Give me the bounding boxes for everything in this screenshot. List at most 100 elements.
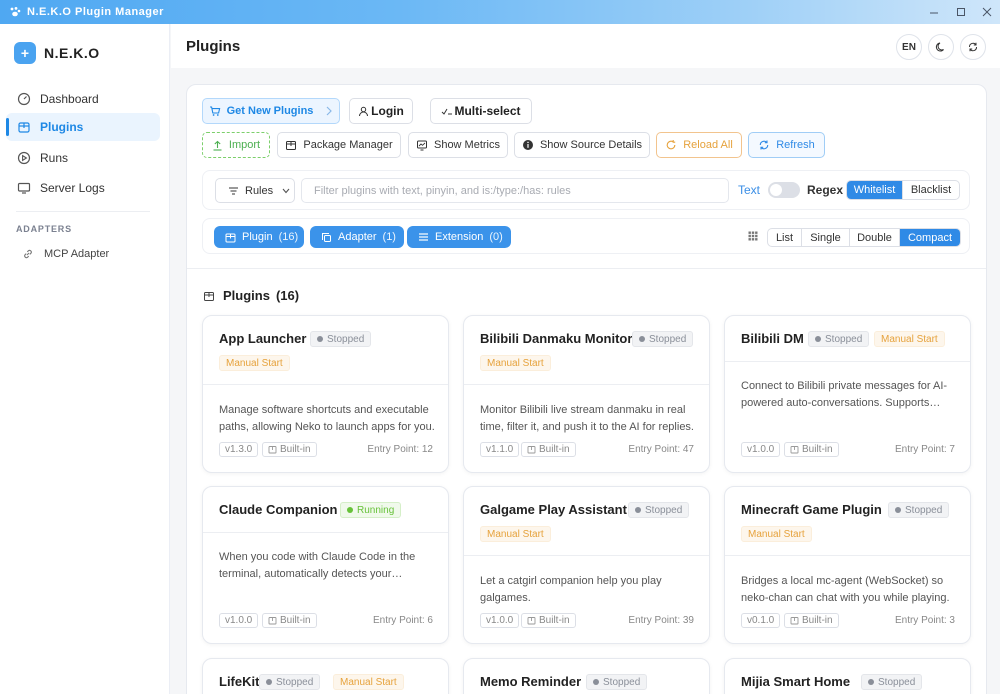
list-mode-segment: Whitelist Blacklist (846, 180, 960, 200)
manual-start-badge: Manual Start (480, 355, 551, 371)
get-new-plugins-button[interactable]: Get New Plugins (202, 98, 340, 124)
show-source-details-button[interactable]: Show Source Details (514, 132, 650, 158)
sidebar-item-label: Server Logs (40, 181, 105, 195)
sidebar-item-runs[interactable]: Runs (6, 144, 160, 172)
type-chip-plugin[interactable]: Plugin (16) (214, 226, 304, 248)
section-title-label: Plugins (223, 288, 270, 303)
plugin-card-mijia-smart-home[interactable]: Mijia Smart Home Stopped (724, 658, 971, 694)
checklist-icon (441, 106, 453, 117)
import-button[interactable]: Import (202, 132, 270, 158)
plugin-card-bilibili-dm[interactable]: Bilibili DM Stopped Manual Start Connect… (724, 315, 971, 473)
gauge-icon (17, 92, 31, 106)
plugin-card-galgame-play-assistant[interactable]: Galgame Play Assistant Stopped Manual St… (463, 486, 710, 644)
entry-point-count: Entry Point: 12 (367, 444, 433, 455)
view-option-double[interactable]: Double (850, 229, 900, 246)
login-label: Login (371, 104, 404, 118)
cart-icon (209, 105, 221, 117)
show-metrics-button[interactable]: Show Metrics (408, 132, 508, 158)
plugin-name: LifeKit (219, 674, 260, 689)
version-tag: v1.0.0 (480, 613, 520, 628)
grid-icon (748, 231, 758, 241)
builtin-tag: Built-in (521, 442, 576, 457)
package-icon (268, 445, 277, 454)
text-mode-label[interactable]: Text (738, 183, 760, 197)
upload-icon (212, 140, 223, 151)
plugin-card-memo-reminder[interactable]: Memo Reminder Stopped (463, 658, 710, 694)
view-option-list[interactable]: List (768, 229, 802, 246)
sidebar-item-label: MCP Adapter (44, 248, 110, 260)
info-icon (522, 139, 534, 151)
refresh-button[interactable]: Refresh (748, 132, 825, 158)
rules-dropdown[interactable]: Rules (215, 178, 295, 203)
status-badge: Stopped (586, 674, 648, 690)
package-manager-button[interactable]: Package Manager (277, 132, 401, 158)
regex-toggle[interactable] (768, 182, 800, 198)
package-icon (225, 232, 236, 243)
view-option-single[interactable]: Single (802, 229, 850, 246)
link-icon (22, 248, 34, 260)
sidebar-item-plugins[interactable]: Plugins (6, 113, 160, 141)
sidebar-item-label: Plugins (40, 120, 84, 134)
chart-monitor-icon (416, 139, 428, 151)
show-source-details-label: Show Source Details (539, 139, 643, 151)
builtin-label: Built-in (539, 615, 570, 626)
plugin-card-claude-companion[interactable]: Claude Companion Running When you code w… (202, 486, 449, 644)
builtin-tag: Built-in (262, 613, 317, 628)
package-icon (527, 616, 536, 625)
type-chip-label: Adapter (338, 231, 377, 243)
moon-icon (935, 41, 947, 53)
whitelist-option[interactable]: Whitelist (847, 181, 903, 199)
sidebar-item-server-logs[interactable]: Server Logs (6, 174, 160, 202)
plugin-description: Bridges a local mc-agent (WebSocket) so … (741, 575, 950, 604)
plugin-card-app-launcher[interactable]: App Launcher Stopped Manual Start Manage… (202, 315, 449, 473)
plugin-description: Monitor Bilibili live stream danmaku in … (480, 404, 694, 433)
type-chip-count: (0) (489, 231, 503, 243)
plugin-card-lifekit[interactable]: LifeKit Stopped Manual Start (202, 658, 449, 694)
plugin-name: Minecraft Game Plugin (741, 502, 882, 517)
entry-point-count: Entry Point: 3 (894, 615, 955, 626)
builtin-tag: Built-in (262, 442, 317, 457)
plugin-card-minecraft-game-plugin[interactable]: Minecraft Game Plugin Stopped Manual Sta… (724, 486, 971, 644)
builtin-tag: Built-in (784, 613, 839, 628)
view-option-compact[interactable]: Compact (900, 229, 960, 246)
status-badge: Stopped (861, 674, 923, 690)
brand[interactable]: + N.E.K.O (14, 42, 100, 64)
import-label: Import (228, 139, 261, 151)
status-badge: Stopped (259, 674, 321, 690)
multi-select-button[interactable]: Multi-select (430, 98, 532, 124)
filter-lines-icon (228, 186, 239, 196)
reload-icon (665, 139, 677, 151)
plugin-filter-input[interactable] (301, 178, 729, 203)
card-divider (203, 532, 448, 533)
theme-toggle-button[interactable] (928, 34, 954, 60)
type-chip-adapter[interactable]: Adapter (1) (310, 226, 404, 248)
manual-start-badge: Manual Start (333, 674, 404, 690)
type-chip-extension[interactable]: Extension (0) (407, 226, 511, 248)
builtin-label: Built-in (280, 444, 311, 455)
card-divider (725, 555, 970, 556)
minimize-button[interactable] (919, 0, 949, 24)
sync-icon (967, 41, 979, 53)
toggle-knob (770, 184, 782, 196)
manual-start-badge: Manual Start (874, 331, 945, 347)
sidebar-item-dashboard[interactable]: Dashboard (6, 85, 160, 113)
view-mode-segment: List Single Double Compact (767, 228, 961, 247)
plugin-name: Claude Companion (219, 502, 338, 517)
blacklist-option[interactable]: Blacklist (903, 181, 959, 199)
plugin-card-bilibili-danmaku-monitor[interactable]: Bilibili Danmaku Monitor Stopped Manual … (463, 315, 710, 473)
sync-button[interactable] (960, 34, 986, 60)
sidebar-item-mcp-adapter[interactable]: MCP Adapter (22, 248, 109, 260)
show-metrics-label: Show Metrics (433, 139, 501, 151)
reload-all-button[interactable]: Reload All (656, 132, 742, 158)
type-chip-label: Plugin (242, 231, 273, 243)
chevron-down-icon (282, 188, 290, 194)
package-icon (285, 139, 297, 151)
plugin-name: Galgame Play Assistant (480, 502, 627, 517)
login-button[interactable]: Login (349, 98, 413, 124)
window-title: N.E.K.O Plugin Manager (27, 6, 164, 18)
user-icon (358, 106, 369, 117)
language-button[interactable]: EN (896, 34, 922, 60)
regex-mode-label[interactable]: Regex (807, 183, 843, 197)
plugin-description: Manage software shortcuts and executable… (219, 404, 435, 433)
close-button[interactable] (972, 0, 1000, 24)
